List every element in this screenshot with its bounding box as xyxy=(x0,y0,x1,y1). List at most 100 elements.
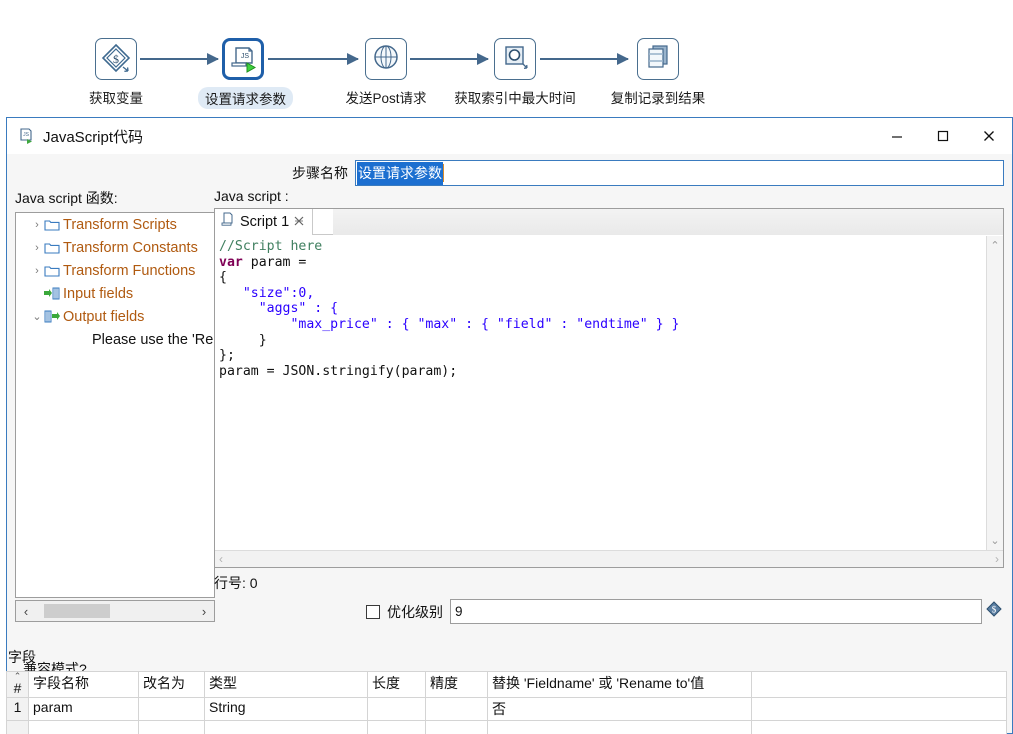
chevron-right-icon[interactable]: › xyxy=(30,265,44,277)
http-post-icon[interactable] xyxy=(365,38,407,80)
editor-vscrollbar[interactable]: ⌃ ⌄ xyxy=(986,236,1003,550)
cell-length[interactable] xyxy=(367,720,426,734)
step-name-value: 设置请求参数 xyxy=(357,161,443,185)
javascript-step-icon: JS xyxy=(17,127,35,145)
column-header-extra[interactable] xyxy=(751,671,1007,698)
tree-item-label: Output fields xyxy=(63,308,145,325)
editor-hscrollbar[interactable]: ‹ › xyxy=(215,550,1003,567)
code-line-comment: //Script here xyxy=(219,239,323,254)
hscroll-thumb[interactable] xyxy=(44,604,110,618)
cell-precision[interactable] xyxy=(425,720,488,734)
workflow-node-copy-rows[interactable]: 复制记录到结果 xyxy=(594,38,722,107)
fields-table[interactable]: ⌃ # 字段名称 改名为 类型 长度 精度 替换 'Fieldname' 或 '… xyxy=(6,671,1007,734)
cell-replace[interactable] xyxy=(487,720,752,734)
tree-item-label: Transform Constants xyxy=(63,239,198,256)
cell-precision[interactable] xyxy=(425,697,488,721)
script-editor[interactable]: Script 1 //Script here var param = { "si… xyxy=(214,208,1004,568)
rest-client-icon[interactable] xyxy=(494,38,536,80)
chevron-down-icon[interactable]: ⌄ xyxy=(30,310,44,323)
dialog-title: JavaScript代码 xyxy=(43,128,144,146)
code-line-aggs: "aggs" : { xyxy=(219,301,339,317)
step-name-label: 步骤名称 xyxy=(292,165,348,181)
close-icon[interactable] xyxy=(294,215,304,229)
scroll-up-arrow[interactable]: ⌃ xyxy=(990,236,999,255)
functions-tree-hscrollbar[interactable]: ‹ › xyxy=(15,600,215,622)
functions-panel-label: Java script 函数: xyxy=(15,190,118,206)
workflow-node-label: 获取变量 xyxy=(89,91,143,106)
column-header-length[interactable]: 长度 xyxy=(367,671,426,698)
script-code-area[interactable]: //Script here var param = { "size":0, "a… xyxy=(215,236,986,550)
optimization-row: 优化级别 9 $ xyxy=(214,599,1004,624)
tree-item-label: Transform Functions xyxy=(63,262,196,279)
column-header-replace[interactable]: 替换 'Fieldname' 或 'Rename to'值 xyxy=(487,671,752,698)
optimization-checkbox[interactable] xyxy=(366,604,380,619)
step-name-input[interactable]: 设置请求参数 xyxy=(355,160,1004,186)
tree-item-label: Transform Scripts xyxy=(63,216,177,233)
folder-icon xyxy=(44,264,63,277)
folder-icon xyxy=(44,218,63,231)
scroll-left-arrow[interactable]: ‹ xyxy=(19,604,33,619)
column-header-type[interactable]: 类型 xyxy=(204,671,368,698)
cell-extra[interactable] xyxy=(751,697,1007,721)
cell-field-name[interactable] xyxy=(28,720,139,734)
workflow-node-max-time[interactable]: 获取索引中最大时间 xyxy=(444,38,586,107)
script-panel-label: Java script : xyxy=(214,188,289,204)
chevron-right-icon[interactable]: › xyxy=(30,242,44,254)
javascript-script-icon[interactable]: JS xyxy=(222,38,264,80)
get-variable-icon[interactable]: $ xyxy=(95,38,137,80)
window-controls xyxy=(874,118,1012,154)
input-fields-icon xyxy=(44,287,63,300)
tree-item-label: Input fields xyxy=(63,285,134,302)
svg-text:JS: JS xyxy=(241,53,250,60)
column-header-index[interactable]: ⌃ # xyxy=(6,671,29,698)
variable-diamond-icon[interactable]: $ xyxy=(986,601,1004,622)
svg-text:$: $ xyxy=(992,605,997,615)
table-row[interactable] xyxy=(6,720,1007,734)
chevron-right-icon[interactable]: › xyxy=(30,219,44,231)
sort-caret-icon[interactable]: ⌃ xyxy=(9,672,26,681)
fields-section: 字段 ⌃ # 字段名称 改名为 类型 长度 精度 替换 'Fieldname' … xyxy=(0,645,1013,734)
cell-rename-to[interactable] xyxy=(138,720,205,734)
workflow-node-get-variable[interactable]: $ 获取变量 xyxy=(74,38,158,107)
tree-item-transform-functions[interactable]: › Transform Functions xyxy=(16,259,214,282)
cell-field-name[interactable]: param xyxy=(28,697,139,721)
row-index: 1 xyxy=(6,697,29,721)
script-panel: Java script : Script 1 //Script here var… xyxy=(214,188,1004,624)
scroll-right-arrow[interactable]: › xyxy=(197,604,211,619)
maximize-button[interactable] xyxy=(920,118,966,154)
tree-item-output-fields[interactable]: ⌄ Output fields xyxy=(16,305,214,328)
cell-type[interactable]: String xyxy=(204,697,368,721)
cell-length[interactable] xyxy=(367,697,426,721)
tabstrip-filler xyxy=(333,209,1003,235)
copy-rows-icon[interactable] xyxy=(637,38,679,80)
scroll-left-arrow[interactable]: ‹ xyxy=(219,552,223,566)
workflow-flow: $ 获取变量 JS 设置请求参数 发送Post请求 获取索引中最大时间 复制记录… xyxy=(0,38,1013,118)
tree-item-transform-constants[interactable]: › Transform Constants xyxy=(16,236,214,259)
minimize-button[interactable] xyxy=(874,118,920,154)
scroll-right-arrow[interactable]: › xyxy=(995,552,999,566)
table-row[interactable]: 1 param String 否 xyxy=(6,697,1007,721)
column-header-index-label: # xyxy=(13,680,22,696)
cell-extra[interactable] xyxy=(751,720,1007,734)
cell-replace[interactable]: 否 xyxy=(487,697,752,721)
column-header-precision[interactable]: 精度 xyxy=(425,671,488,698)
tab-script-1[interactable]: Script 1 xyxy=(215,209,314,235)
code-keyword-var: var xyxy=(219,254,243,270)
cell-type[interactable] xyxy=(204,720,368,734)
cell-rename-to[interactable] xyxy=(138,697,205,721)
workflow-canvas: $ 获取变量 JS 设置请求参数 发送Post请求 获取索引中最大时间 复制记录… xyxy=(0,0,1013,118)
scroll-down-arrow[interactable]: ⌄ xyxy=(990,531,999,550)
functions-tree[interactable]: › Transform Scripts › Transform Constant… xyxy=(15,212,215,598)
column-header-rename-to[interactable]: 改名为 xyxy=(138,671,205,698)
workflow-node-send-post[interactable]: 发送Post请求 xyxy=(340,38,432,107)
dialog-titlebar: JS JavaScript代码 xyxy=(7,118,1012,154)
fields-caption: 字段 xyxy=(8,649,36,665)
tree-item-input-fields[interactable]: Input fields xyxy=(16,282,214,305)
optimization-level-input[interactable]: 9 xyxy=(450,599,982,624)
workflow-node-set-request-params[interactable]: JS 设置请求参数 xyxy=(198,38,293,109)
close-button[interactable] xyxy=(966,118,1012,154)
code-line-stringify: param = JSON.stringify(param); xyxy=(219,363,458,379)
column-header-field-name[interactable]: 字段名称 xyxy=(28,671,139,698)
svg-text:$: $ xyxy=(113,52,119,66)
tree-item-transform-scripts[interactable]: › Transform Scripts xyxy=(16,213,214,236)
